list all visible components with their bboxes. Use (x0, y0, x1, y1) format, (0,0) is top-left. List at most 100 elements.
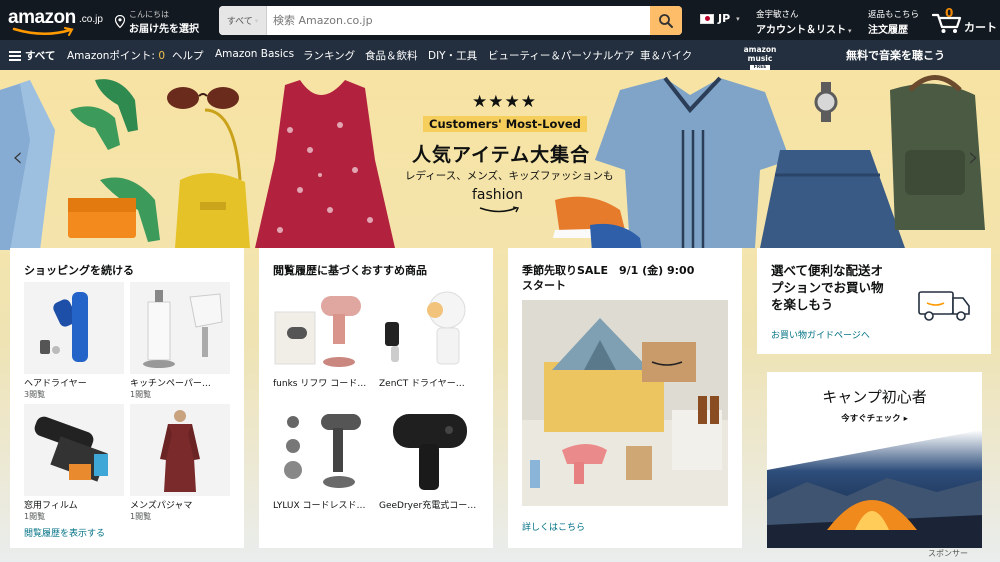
language-selector[interactable]: JP ▾ (700, 12, 740, 25)
product-image (379, 404, 479, 496)
logo-text: amazon (8, 7, 76, 28)
carousel-next-arrow-icon[interactable]: › (968, 140, 979, 173)
hamburger-menu-icon (9, 49, 21, 63)
music-promo-link[interactable]: 無料で音楽を聴こう (846, 47, 945, 63)
view-history-link[interactable]: 閲覧履歴を表示する (24, 526, 105, 539)
sale-title-line1: 季節先取りSALE 9/1 (金) 9:00 (522, 264, 695, 277)
product-tile[interactable]: 窓用フィルム 1閲覧 (24, 404, 124, 522)
chevron-down-icon: ▾ (254, 16, 259, 25)
card-title: 閲覧履歴に基づくおすすめ商品 (273, 264, 427, 277)
account-label: アカウント＆リスト (756, 25, 846, 36)
ad-title: キャンプ初心者 (822, 388, 927, 406)
cart-label: カート (964, 21, 997, 34)
product-image (130, 404, 230, 496)
search-category-label: すべて (226, 17, 253, 27)
top-navigation-bar: amazon .co.jp こんにちは お届け先を選択 すべて ▾ JP (0, 0, 1000, 40)
product-image (379, 282, 479, 374)
seasonal-sale-card: 季節先取りSALE 9/1 (金) 9:00 スタート 詳しくはこちら (508, 248, 742, 548)
delivery-options-card[interactable]: 選べて便利な配送オ プションでお買い物 を楽しもう お買い物ガイドページへ (757, 248, 991, 354)
amazon-points-link[interactable]: Amazonポイント: 0 (67, 48, 165, 63)
product-name: キッチンペーパー… (130, 379, 211, 389)
logo-suffix: .co.jp (79, 14, 103, 25)
product-image (273, 282, 373, 374)
camping-beginner-ad[interactable]: キャンプ初心者 今すぐチェック ▸ (767, 372, 982, 548)
amazon-music-logo[interactable]: amazon music FREE (730, 45, 790, 71)
product-image (24, 404, 124, 496)
nav-item-food-drink[interactable]: 食品＆飲料 (365, 48, 418, 63)
account-greeting: 金宇敏さん (756, 10, 799, 20)
points-label: Amazonポイント: (67, 50, 155, 62)
japan-flag-icon (700, 13, 714, 24)
deliver-to-selector[interactable]: こんにちは お届け先を選択 (115, 6, 210, 36)
view-count: 1閲覧 (130, 512, 152, 521)
deliver-label: お届け先を選択 (129, 24, 199, 35)
search-category-dropdown[interactable]: すべて ▾ (219, 6, 267, 35)
hero-carousel[interactable]: ‹ › ★★★★ Customers' Most-Loved 人気アイテム大集合… (0, 70, 1000, 562)
ad-cta[interactable]: 今すぐチェック ▸ (767, 412, 982, 424)
product-image (130, 282, 230, 374)
sponsor-label: スポンサー (928, 549, 968, 558)
returns-label: 返品もこちら (868, 10, 920, 20)
delivery-title-line1: 選べて便利な配送オ (771, 263, 884, 278)
account-and-lists-menu[interactable]: 金宇敏さん アカウント＆リスト ▾ (756, 8, 852, 36)
product-name: LYLUX コードレスド… (273, 501, 366, 511)
hero-tag: Customers' Most-Loved (423, 116, 587, 132)
view-count: 1閲覧 (24, 512, 46, 521)
hero-title: 人気アイテム大集合 (412, 144, 591, 166)
product-name: ヘアドライヤー (24, 379, 87, 389)
sale-title-line2: スタート (522, 279, 566, 292)
music-logo-text: amazon music (743, 45, 777, 63)
delivery-title-line3: を楽しもう (771, 297, 834, 312)
product-name: メンズパジャマ (130, 501, 193, 511)
hero-brand: fashion (472, 187, 524, 203)
carousel-previous-arrow-icon[interactable]: ‹ (12, 140, 23, 173)
view-count: 3閲覧 (24, 390, 46, 399)
product-tile[interactable]: funks リフワ コード… (273, 282, 373, 389)
nav-item-diy-tools[interactable]: DIY・工具 (428, 48, 477, 63)
product-tile[interactable]: LYLUX コードレスド… (273, 404, 373, 511)
product-image (273, 404, 373, 496)
product-name: ZenCT ドライヤー… (379, 379, 465, 389)
returns-and-orders-link[interactable]: 返品もこちら 注文履歴 (868, 8, 919, 36)
nav-item-help[interactable]: ヘルプ (172, 48, 204, 63)
search-input[interactable] (267, 6, 650, 35)
product-name: funks リフワ コード… (273, 379, 367, 389)
smile-icon (479, 206, 520, 213)
cart-button[interactable]: 0 カート (932, 6, 998, 36)
amazon-logo[interactable]: amazon .co.jp (8, 6, 108, 36)
orders-label: 注文履歴 (868, 25, 908, 36)
hero-subtitle: レディース、メンズ、キッズファッションも (405, 170, 614, 182)
delivery-title-line2: プションでお買い物 (771, 280, 884, 295)
product-name: 窓用フィルム (24, 501, 78, 511)
secondary-navigation-bar: すべて Amazonポイント: 0 ヘルプ Amazon Basics ランキン… (0, 40, 1000, 71)
chevron-down-icon: ▾ (848, 27, 852, 35)
delivery-truck-icon (918, 291, 970, 321)
cart-icon (932, 13, 962, 33)
search-bar: すべて ▾ (219, 6, 682, 35)
view-count: 1閲覧 (130, 390, 152, 399)
card-title: ショッピングを続ける (24, 264, 134, 277)
product-tile[interactable]: キッチンペーパー… 1閲覧 (130, 282, 230, 400)
product-tile[interactable]: ヘアドライヤー 3閲覧 (24, 282, 124, 400)
deliver-greeting: こんにちは (129, 10, 169, 19)
sale-banner-image[interactable] (522, 300, 728, 506)
search-icon (659, 13, 673, 28)
nav-item-amazon-basics[interactable]: Amazon Basics (215, 48, 294, 60)
chevron-down-icon: ▾ (736, 14, 740, 23)
nav-item-beauty[interactable]: ビューティー＆パーソナルケア (488, 48, 634, 63)
all-departments-menu[interactable]: すべて (9, 48, 55, 63)
language-code: JP (718, 12, 731, 25)
search-button[interactable] (650, 6, 682, 35)
nav-item-ranking[interactable]: ランキング (303, 48, 355, 63)
shopping-guide-link[interactable]: お買い物ガイドページへ (771, 328, 870, 341)
recommended-products-card: 閲覧履歴に基づくおすすめ商品 funks リフワ コード… ZenCT ドライヤ… (259, 248, 493, 548)
sale-details-link[interactable]: 詳しくはこちら (522, 520, 585, 533)
product-tile[interactable]: ZenCT ドライヤー… (379, 282, 479, 389)
product-tile[interactable]: メンズパジャマ 1閲覧 (130, 404, 230, 522)
product-tile[interactable]: GeeDryer充電式コー… (379, 404, 479, 511)
nav-item-car-bike[interactable]: 車＆バイク (640, 48, 692, 63)
star-rating-icon: ★★★★ (472, 92, 537, 112)
location-pin-icon (115, 15, 125, 28)
product-name: GeeDryer充電式コー… (379, 501, 477, 511)
smile-icon (12, 27, 74, 36)
